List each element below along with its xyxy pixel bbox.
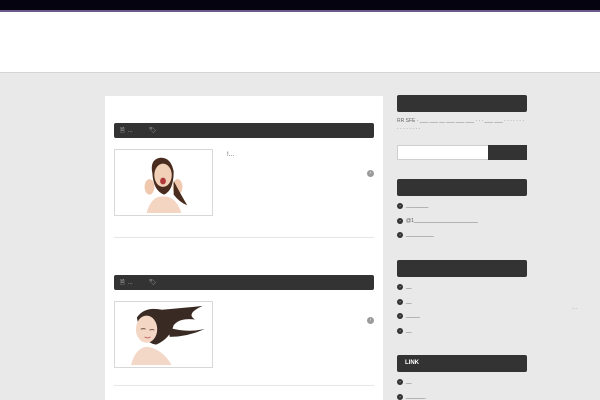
widget-link-list: › ________ › @1_______________________ › __… xyxy=(397,199,478,243)
document-icon: 🗎 xyxy=(120,127,125,134)
chevron-right-icon: › xyxy=(397,298,403,305)
list-item-label[interactable]: ________ xyxy=(406,203,428,209)
post-excerpt: !… xyxy=(227,152,235,158)
thumbnail-image xyxy=(117,152,210,213)
list-item[interactable]: › __________ xyxy=(397,228,478,243)
list-item[interactable]: › _______ xyxy=(397,390,425,400)
list-item-label[interactable]: _____ xyxy=(406,313,420,319)
widget-title xyxy=(397,95,527,112)
list-item-label[interactable]: __ xyxy=(406,379,412,385)
widget-link-list: › __ › __ › _____ › __ xyxy=(397,280,420,338)
list-item[interactable]: › __ xyxy=(397,324,420,339)
rss-text[interactable]: RR SFE · ___ ___ __ ___ ___ ___ · · · __… xyxy=(397,117,527,133)
post-divider xyxy=(114,237,374,238)
search-input[interactable] xyxy=(397,145,489,160)
post-meta-bar: 🗎 … 🏷 xyxy=(114,123,374,138)
search-button[interactable] xyxy=(488,145,527,160)
list-item-label[interactable]: __ xyxy=(406,284,412,290)
thumbnail-image xyxy=(117,304,210,365)
post-date-text: … xyxy=(127,127,133,134)
main-content: 🗎 … 🏷 !… › 🗎 … 🏷 › xyxy=(105,96,383,400)
chevron-right-icon: › xyxy=(397,217,403,224)
widget-title xyxy=(397,260,527,277)
post-date: 🗎 … xyxy=(120,278,133,288)
post-date-text: … xyxy=(127,279,133,286)
edge-text: ··· xyxy=(572,306,577,312)
post-divider xyxy=(114,385,374,386)
top-bar xyxy=(0,0,600,10)
chevron-right-icon[interactable]: › xyxy=(367,317,374,324)
chevron-right-icon: › xyxy=(397,393,403,400)
post-thumbnail[interactable] xyxy=(114,301,213,368)
chevron-right-icon: › xyxy=(397,313,403,320)
post-meta-bar: 🗎 … 🏷 xyxy=(114,275,374,290)
post-tag[interactable]: 🏷 xyxy=(149,279,160,286)
site-header xyxy=(0,12,600,73)
post-thumbnail[interactable] xyxy=(114,149,213,216)
tag-icon: 🏷 xyxy=(148,280,157,286)
chevron-right-icon: › xyxy=(397,379,403,386)
list-item[interactable]: › ________ xyxy=(397,199,478,214)
list-item[interactable]: › __ xyxy=(397,295,420,310)
list-item-label[interactable]: @1_______________________ xyxy=(406,218,478,224)
tag-icon: 🏷 xyxy=(148,128,157,134)
list-item-label[interactable]: __ xyxy=(406,299,412,305)
post-tag[interactable]: 🏷 xyxy=(149,127,160,134)
list-item-label[interactable]: __________ xyxy=(406,232,434,238)
document-icon: 🗎 xyxy=(120,279,125,286)
list-item-label[interactable]: _______ xyxy=(406,394,425,400)
list-item-label[interactable]: __ xyxy=(406,328,412,334)
post-date: 🗎 … xyxy=(120,126,133,136)
widget-title-link: LINK xyxy=(397,355,527,372)
list-item[interactable]: › _____ xyxy=(397,309,420,324)
list-item[interactable]: › __ xyxy=(397,375,425,390)
chevron-right-icon: › xyxy=(397,203,403,210)
chevron-right-icon: › xyxy=(397,327,403,334)
widget-title xyxy=(397,179,527,196)
chevron-right-icon[interactable]: › xyxy=(367,170,374,177)
chevron-right-icon: › xyxy=(397,232,403,239)
list-item[interactable]: › @1_______________________ xyxy=(397,214,478,229)
list-item[interactable]: › __ xyxy=(397,280,420,295)
widget-link-list: › __ › _______ xyxy=(397,375,425,400)
chevron-right-icon: › xyxy=(397,284,403,291)
